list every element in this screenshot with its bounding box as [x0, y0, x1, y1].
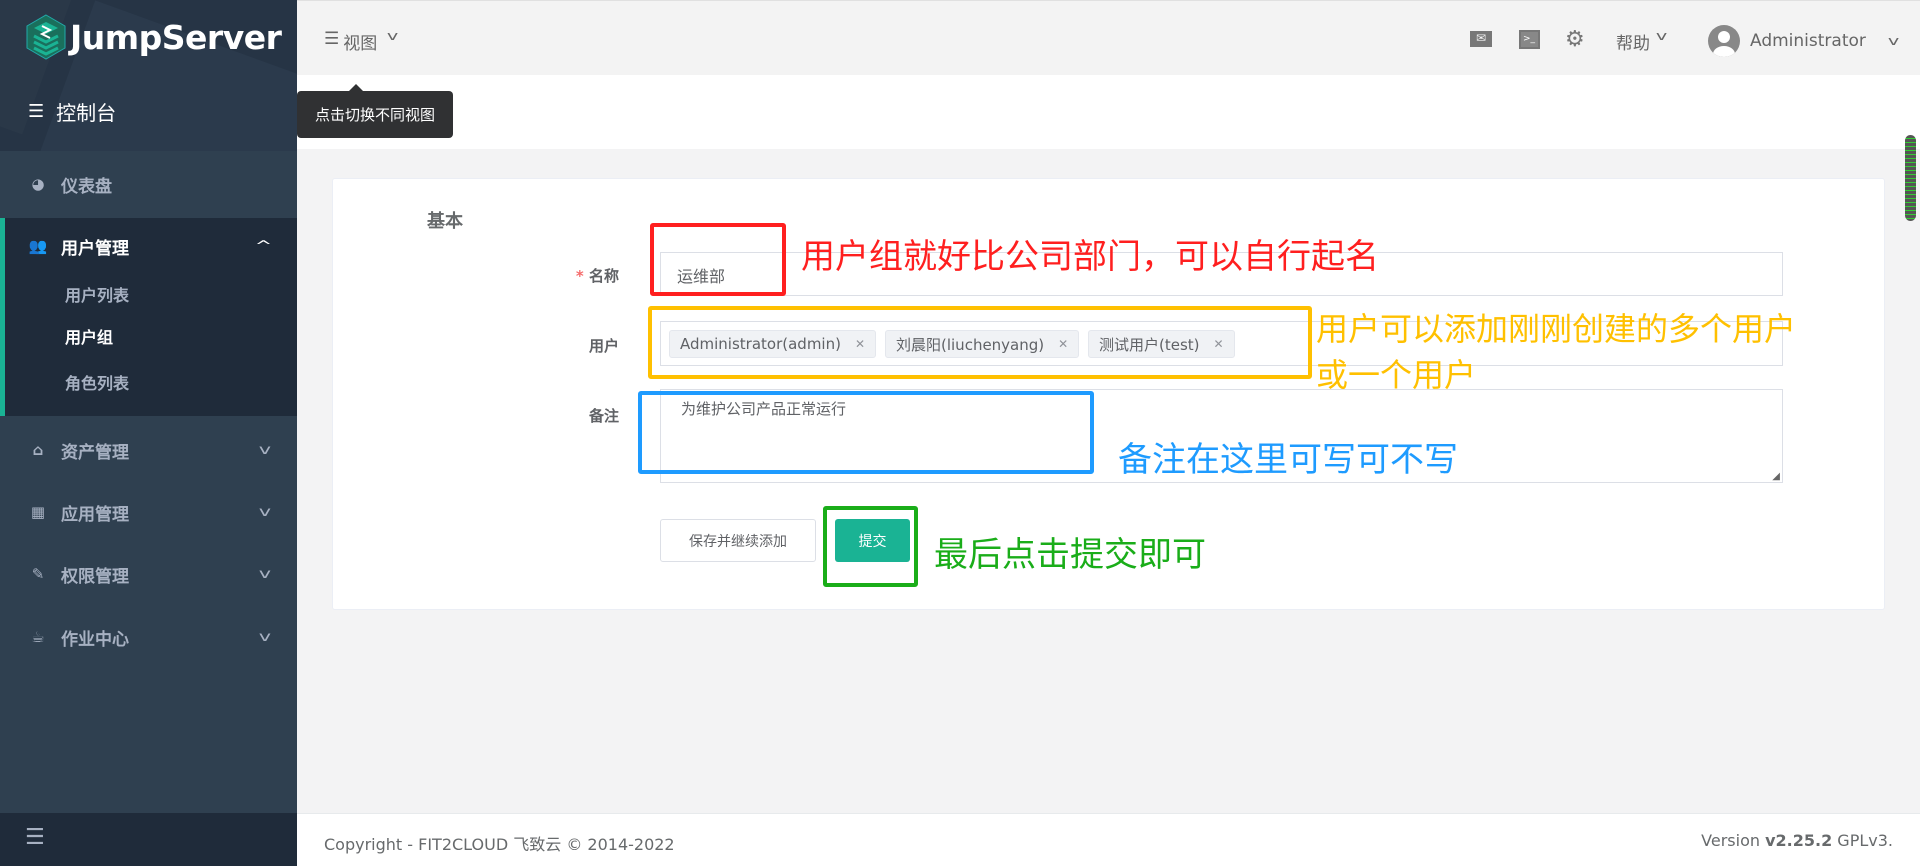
sidebar-bottom-bar: ☰: [0, 813, 297, 866]
sidebar-item-permission-management[interactable]: ✎ 权限管理 v: [0, 546, 297, 602]
annotation-box-submit: [823, 506, 918, 587]
user-menu[interactable]: Administrator v: [1708, 25, 1900, 57]
chevron-down-icon: v: [258, 629, 272, 645]
sidebar-subitem-role-list[interactable]: 角色列表: [65, 370, 129, 394]
sidebar-item-job-center[interactable]: ☕ 作业中心 v: [0, 609, 297, 665]
logo-area: JumpServer ☰ 控制台: [0, 0, 297, 151]
sidebar-subitem-user-group[interactable]: 用户组: [65, 324, 113, 348]
annotation-box-remark: [638, 391, 1094, 474]
copyright: Copyright - FIT2CLOUD 飞致云 © 2014-2022: [324, 835, 675, 854]
jumpserver-logo-icon: [26, 14, 66, 60]
inbox-icon: ⌂: [32, 441, 44, 459]
coffee-icon: ☕: [31, 628, 45, 646]
chevron-down-icon: v: [258, 442, 272, 458]
sidebar: JumpServer ☰ 控制台 ◕ 仪表盘 👥 用户管理 ^ 用户列表 用户组…: [0, 0, 297, 866]
sidebar-item-app-management[interactable]: ▦ 应用管理 v: [0, 484, 297, 540]
version-info: Version v2.25.2 GPLv3.: [1701, 831, 1893, 850]
users-icon: 👥: [28, 237, 48, 255]
help-menu[interactable]: 帮助 v: [1616, 29, 1668, 54]
name-label: * 名称: [575, 267, 619, 285]
footer: Copyright - FIT2CLOUD 飞致云 © 2014-2022 Ve…: [297, 813, 1920, 866]
annotation-box-users: [648, 306, 1312, 379]
sliders-icon: ☰: [28, 101, 45, 122]
chevron-down-icon: v: [1655, 29, 1668, 43]
menu-icon: ☰: [324, 29, 340, 49]
annotation-users: 用户可以添加刚刚创建的多个用户 或一个用户: [1316, 310, 1797, 394]
remark-label: 备注: [588, 407, 619, 425]
top-header: ☰ 视图 v ✉ >_ ⚙ 帮助 v Administrator v: [297, 0, 1920, 75]
grid-icon: ▦: [30, 503, 46, 521]
sidebar-item-dashboard[interactable]: ◕ 仪表盘: [0, 156, 297, 212]
terminal-icon[interactable]: >_: [1519, 30, 1540, 49]
annotation-name: 用户组就好比公司部门，可以自行起名: [801, 237, 1379, 277]
chevron-up-icon: ^: [254, 238, 273, 254]
chevron-down-icon: v: [1887, 34, 1900, 48]
chevron-down-icon: v: [387, 29, 399, 43]
dashboard-icon: ◕: [31, 175, 45, 193]
edit-icon: ✎: [31, 565, 45, 583]
sidebar-subitem-user-list[interactable]: 用户列表: [65, 282, 129, 306]
mail-icon[interactable]: ✉: [1470, 31, 1492, 47]
brand-name: JumpServer: [70, 18, 282, 57]
chevron-down-icon: v: [258, 504, 272, 520]
chevron-down-icon: v: [258, 566, 272, 582]
console-button[interactable]: ☰ 控制台: [28, 97, 116, 126]
sidebar-item-user-management[interactable]: 👥 用户管理 ^: [0, 218, 297, 274]
resize-handle-icon[interactable]: ◢: [1772, 471, 1780, 482]
section-title: 基本: [427, 211, 463, 232]
annotation-submit: 最后点击提交即可: [934, 535, 1206, 575]
sidebar-section-user-management: 👥 用户管理 ^ 用户列表 用户组 角色列表: [0, 218, 297, 416]
annotation-remark: 备注在这里可写可不写: [1118, 440, 1458, 480]
avatar: [1708, 25, 1740, 57]
view-switcher[interactable]: ☰ 视图 v: [324, 29, 399, 54]
users-label: 用户: [588, 337, 619, 355]
scrollbar[interactable]: [1905, 135, 1916, 221]
collapse-sidebar-icon[interactable]: ☰: [25, 825, 45, 850]
page-heading-area: [297, 75, 1920, 149]
annotation-box-name: [650, 223, 786, 296]
gear-icon[interactable]: ⚙: [1565, 27, 1585, 52]
view-tooltip: 点击切换不同视图: [297, 84, 453, 138]
sidebar-item-asset-management[interactable]: ⌂ 资产管理 v: [0, 422, 297, 478]
save-and-continue-button[interactable]: 保存并继续添加: [660, 519, 816, 562]
